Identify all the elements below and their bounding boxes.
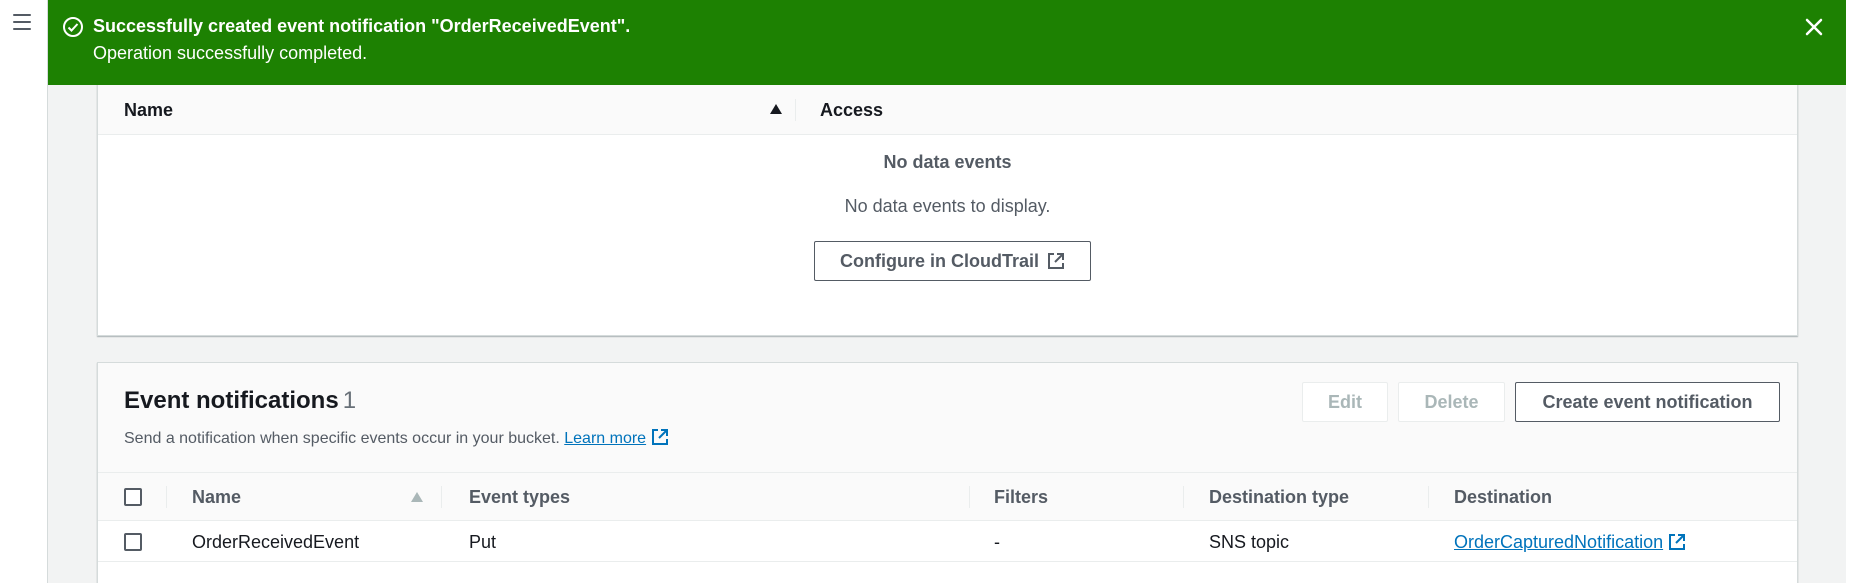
data-events-table-header: Name Access: [98, 85, 1797, 135]
external-link-icon[interactable]: [651, 428, 669, 446]
empty-state-title: No data events: [883, 152, 1012, 172]
edit-button[interactable]: Edit: [1302, 382, 1388, 422]
external-link-icon: [1048, 253, 1064, 269]
sort-ascending-icon[interactable]: [411, 492, 423, 502]
flash-title: Successfully created event notification …: [93, 16, 631, 36]
menu-icon[interactable]: [13, 14, 31, 30]
row-filters: -: [994, 532, 1000, 552]
side-navigation-rail: [0, 0, 48, 583]
external-link-icon[interactable]: [1668, 533, 1686, 551]
column-header-destination-type[interactable]: Destination type: [1209, 473, 1349, 521]
table-row[interactable]: OrderReceivedEvent Put - SNS topic Order…: [98, 522, 1797, 562]
column-header-name[interactable]: Name: [124, 85, 173, 135]
learn-more-link[interactable]: Learn more: [564, 430, 646, 447]
row-event-types: Put: [469, 532, 497, 552]
configure-in-cloudtrail-button[interactable]: Configure in CloudTrail: [814, 241, 1091, 281]
empty-state-message: No data events to display.: [844, 196, 1051, 216]
column-header-name[interactable]: Name: [192, 473, 241, 521]
row-destination: OrderCapturedNotification: [1454, 522, 1686, 562]
select-all-checkbox[interactable]: [124, 488, 142, 506]
delete-button[interactable]: Delete: [1398, 382, 1505, 422]
column-header-destination[interactable]: Destination: [1454, 473, 1552, 521]
section-title: Event notifications: [124, 387, 339, 414]
close-icon[interactable]: [1802, 15, 1826, 39]
flash-message: Operation successfully completed.: [93, 43, 368, 63]
sort-ascending-icon[interactable]: [770, 104, 782, 114]
notification-count: 1: [342, 387, 357, 414]
success-flash-banner: Successfully created event notification …: [48, 0, 1846, 85]
event-notifications-description: Send a notification when specific events…: [124, 428, 669, 448]
right-rail: [1846, 0, 1856, 583]
column-header-filters[interactable]: Filters: [994, 473, 1048, 521]
row-name: OrderReceivedEvent: [192, 532, 360, 552]
configure-button-label: Configure in CloudTrail: [840, 251, 1039, 271]
notifications-table-header: Name Event types Filters Destination typ…: [98, 473, 1797, 521]
event-notifications-panel: Event notifications 1 Send a notification…: [97, 362, 1798, 583]
row-select-checkbox[interactable]: [124, 533, 142, 551]
row-destination-type: SNS topic: [1209, 532, 1290, 552]
description-text: Send a notification when specific events…: [124, 430, 560, 447]
data-events-panel: Name Access No data events No data event…: [97, 70, 1798, 336]
destination-link[interactable]: OrderCapturedNotification: [1454, 532, 1663, 552]
column-header-event-types[interactable]: Event types: [469, 473, 570, 521]
success-check-icon: [63, 17, 83, 37]
event-notifications-title: Event notifications 1: [124, 387, 356, 415]
create-event-notification-button[interactable]: Create event notification: [1515, 382, 1780, 422]
column-header-access[interactable]: Access: [820, 85, 883, 135]
